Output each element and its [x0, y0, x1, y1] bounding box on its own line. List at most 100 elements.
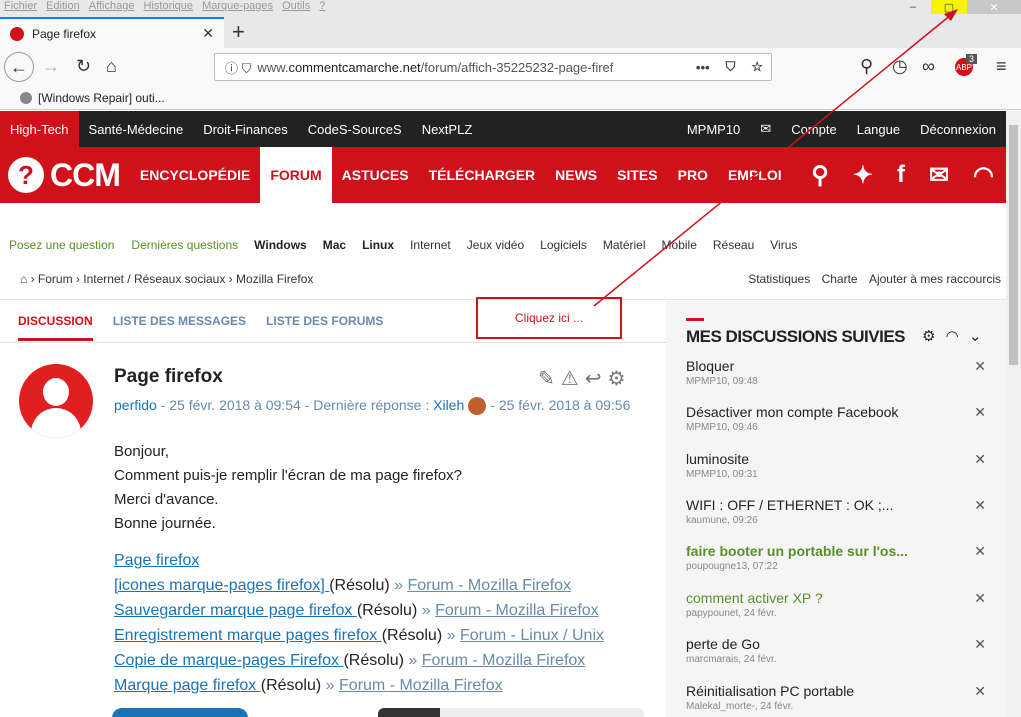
search-icon[interactable]: ⚲ [811, 161, 829, 190]
subnav-reseau[interactable]: Réseau [713, 238, 754, 252]
forward-button[interactable]: → [42, 56, 60, 77]
item-title[interactable]: perte de Go [686, 636, 986, 652]
related-link[interactable]: [icones marque-pages firefox] [114, 577, 329, 594]
menu-help[interactable]: ? [319, 0, 325, 12]
menu-fichier[interactable]: Fichier [4, 0, 37, 12]
item-title[interactable]: faire booter un portable sur l'os... [686, 543, 986, 559]
list-item[interactable]: Désactiver mon compte Facebook MPMP10, 09… [686, 404, 986, 433]
close-icon[interactable]: ✕ [974, 683, 986, 700]
related-link[interactable]: Page firefox [114, 552, 199, 569]
post-author[interactable]: perfido [114, 397, 157, 413]
browser-tab[interactable]: Page firefox ✕ [0, 17, 224, 48]
item-title[interactable]: Réinitialisation PC portable [686, 683, 986, 699]
close-icon[interactable]: ✕ [974, 451, 986, 468]
close-icon[interactable]: ✕ [974, 636, 986, 653]
warning-icon[interactable]: ⚠ [561, 366, 579, 391]
maximize-button[interactable]: ▢ [931, 0, 967, 14]
list-item[interactable]: Réinitialisation PC portable Malekal_mort… [686, 683, 986, 712]
item-title[interactable]: luminosite [686, 451, 986, 467]
back-button[interactable]: ← [4, 52, 34, 82]
nav-astuces[interactable]: ASTUCES [332, 147, 419, 203]
langue-link[interactable]: Langue [847, 111, 910, 147]
gear-icon[interactable]: ⚙ [607, 366, 625, 391]
forum-link[interactable]: Forum - Linux / Unix [460, 627, 604, 644]
forum-link[interactable]: Forum - Mozilla Firefox [422, 652, 586, 669]
subnav-mobile[interactable]: Mobile [662, 238, 697, 252]
forum-link[interactable]: Forum - Mozilla Firefox [407, 577, 571, 594]
url-bar[interactable]: ⓘ ⛉ www.commentcamarche.net/forum/affich… [214, 53, 772, 81]
last-reply-user[interactable]: Xileh [433, 397, 464, 413]
list-item[interactable]: perte de Go marcmarais, 24 févr. ✕ [686, 636, 986, 665]
tab-liste-forums[interactable]: LISTE DES FORUMS [266, 314, 383, 341]
forum-link[interactable]: Forum - Mozilla Firefox [339, 677, 503, 694]
charte-link[interactable]: Charte [822, 272, 858, 286]
list-item[interactable]: faire booter un portable sur l'os... poup… [686, 543, 986, 572]
vote-bar[interactable] [378, 708, 644, 717]
tab-liste-messages[interactable]: LISTE DES MESSAGES [113, 314, 246, 341]
minimize-button[interactable]: – [895, 0, 931, 14]
list-item[interactable]: luminosite MPMP10, 09:31 ✕ [686, 451, 986, 480]
menu-affichage[interactable]: Affichage [89, 0, 135, 12]
close-icon[interactable]: ✕ [974, 543, 986, 560]
list-item[interactable]: comment activer XP ? papypounet, 24 févr.… [686, 590, 986, 619]
menu-outils[interactable]: Outils [282, 0, 310, 12]
reply-button[interactable] [112, 708, 248, 717]
close-icon[interactable]: ✕ [974, 404, 986, 421]
related-link[interactable]: Sauvegarder marque page firefox [114, 602, 357, 619]
home-button[interactable]: ⌂ [106, 56, 117, 77]
bookmark-star-icon[interactable]: ☆ [751, 59, 763, 75]
tab-discussion[interactable]: DISCUSSION [18, 314, 93, 341]
facebook-icon[interactable]: f [897, 161, 905, 189]
nav-emploi[interactable]: EMPLOI [718, 147, 792, 203]
edit-icon[interactable]: ✎ [538, 366, 555, 391]
search-icon[interactable]: ⚲ [860, 56, 873, 77]
related-link[interactable]: Copie de marque-pages Firefox [114, 652, 343, 669]
subnav-jeux[interactable]: Jeux vidéo [467, 238, 524, 252]
subnav-mac[interactable]: Mac [323, 238, 346, 252]
nav-forum[interactable]: FORUM [260, 147, 332, 203]
list-item[interactable]: WIFI : OFF / ETHERNET : OK ;... kaumune, … [686, 497, 986, 526]
subnav-virus[interactable]: Virus [770, 238, 797, 252]
close-icon[interactable]: ✕ [974, 497, 986, 514]
item-title[interactable]: Désactiver mon compte Facebook [686, 404, 986, 420]
mail-icon[interactable]: ✉ [750, 111, 781, 147]
gear-icon[interactable]: ⚙ [922, 328, 935, 345]
topnav-nextplz[interactable]: NextPLZ [412, 111, 483, 147]
raccourcis-link[interactable]: Ajouter à mes raccourcis [869, 272, 1001, 286]
subnav-windows[interactable]: Windows [254, 238, 307, 252]
nav-news[interactable]: NEWS [545, 147, 607, 203]
menu-edition[interactable]: Edition [46, 0, 80, 12]
topnav-codes[interactable]: CodeS-SourceS [298, 111, 412, 147]
menu-marque-pages[interactable]: Marque-pages [202, 0, 273, 12]
nav-pro[interactable]: PRO [668, 147, 718, 203]
hamburger-menu-icon[interactable]: ≡ [996, 56, 1007, 77]
forum-link[interactable]: Forum - Mozilla Firefox [435, 602, 599, 619]
statistiques-link[interactable]: Statistiques [748, 272, 810, 286]
chevron-down-icon[interactable]: ⌄ [969, 328, 982, 345]
rss-icon[interactable]: ◠ [973, 161, 994, 190]
subnav-internet[interactable]: Internet [410, 238, 451, 252]
crumb-internet[interactable]: Internet / Réseaux sociaux [83, 272, 225, 286]
page-actions-icon[interactable]: ••• [696, 60, 710, 75]
mask-icon[interactable]: ∞ [922, 56, 935, 77]
compte-link[interactable]: Compte [781, 111, 847, 147]
reload-button[interactable]: ↻ [76, 56, 91, 77]
close-window-button[interactable]: ✕ [967, 0, 1021, 14]
list-item[interactable]: Bloquer MPMP10, 09:48 ✕ [686, 358, 986, 387]
related-link[interactable]: Enregistrement marque pages firefox [114, 627, 382, 644]
close-tab-icon[interactable]: ✕ [202, 25, 214, 42]
scrollbar-thumb[interactable] [1009, 125, 1018, 365]
close-icon[interactable]: ✕ [974, 358, 986, 375]
topnav-high-tech[interactable]: High-Tech [0, 111, 79, 147]
topnav-droit[interactable]: Droit-Finances [193, 111, 298, 147]
menu-historique[interactable]: Historique [144, 0, 194, 12]
item-title[interactable]: Bloquer [686, 358, 986, 374]
subnav-materiel[interactable]: Matériel [603, 238, 646, 252]
deconnexion-link[interactable]: Déconnexion [910, 111, 1006, 147]
nav-sites[interactable]: SITES [607, 147, 667, 203]
topnav-sante[interactable]: Santé-Médecine [79, 111, 194, 147]
nav-telecharger[interactable]: TÉLÉCHARGER [419, 147, 546, 203]
username[interactable]: MPMP10 [677, 111, 750, 147]
new-tab-button[interactable]: + [232, 19, 245, 45]
info-icon[interactable]: ⓘ ⛉ [225, 58, 251, 77]
